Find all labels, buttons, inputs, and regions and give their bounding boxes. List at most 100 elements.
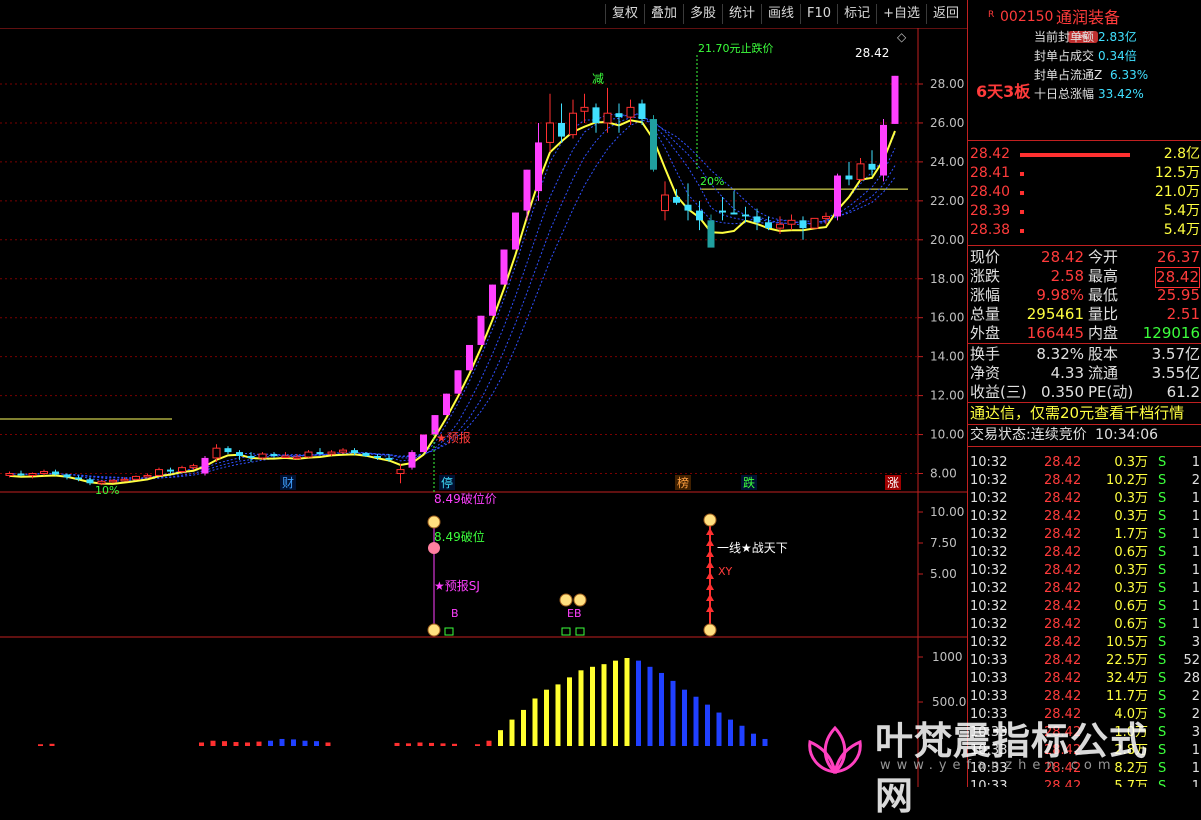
toolbar-button-5[interactable]: F10 <box>800 4 837 24</box>
toolbar-button-3[interactable]: 统计 <box>722 4 761 24</box>
candle-body[interactable] <box>615 113 623 118</box>
candle-body[interactable] <box>696 210 703 221</box>
candle-body[interactable] <box>351 450 358 454</box>
candle-body[interactable] <box>408 452 416 468</box>
candle-body[interactable] <box>304 451 313 458</box>
candle-body[interactable] <box>236 452 243 456</box>
candle-body[interactable] <box>374 455 381 458</box>
candle-body[interactable] <box>868 163 876 170</box>
candle-body[interactable] <box>500 249 508 285</box>
toolbar-button-6[interactable]: 标记 <box>837 4 876 24</box>
toolbar-button-0[interactable]: 复权 <box>604 4 644 24</box>
candle-body[interactable] <box>730 212 738 215</box>
candle-body[interactable] <box>339 449 347 453</box>
candle-body[interactable] <box>132 475 140 480</box>
candle-body[interactable] <box>385 457 393 460</box>
candle-body[interactable] <box>638 103 646 120</box>
candle-body[interactable] <box>834 175 841 217</box>
candle-body[interactable] <box>845 175 853 180</box>
candle-body[interactable] <box>28 473 37 476</box>
candle-body[interactable] <box>489 284 496 316</box>
candle-body[interactable] <box>189 465 198 469</box>
candle-body[interactable] <box>603 112 612 124</box>
candle-body[interactable] <box>626 106 635 118</box>
candle-body[interactable] <box>178 467 186 473</box>
candle-body[interactable] <box>293 456 301 459</box>
candle-body[interactable] <box>580 106 589 112</box>
candle-body[interactable] <box>742 214 749 217</box>
candle-body[interactable] <box>512 212 519 250</box>
candle-body[interactable] <box>443 393 450 416</box>
kline-chart[interactable]: 28.00 26.00 24.00 22.00 20.00 18.00 16.00 14.00… <box>0 0 967 787</box>
candle-body[interactable] <box>753 216 761 223</box>
stock-name[interactable]: 通润装备 <box>1056 8 1120 27</box>
money-bag-icon[interactable] <box>427 515 441 529</box>
candle-body[interactable] <box>776 223 784 229</box>
candle-body[interactable] <box>167 469 174 472</box>
event-marker[interactable]: 跌 <box>743 475 755 490</box>
toolbar-button-7[interactable]: +自选 <box>876 4 926 24</box>
diamond-icon[interactable]: ◇ <box>897 30 907 44</box>
money-bag-icon[interactable] <box>703 513 717 527</box>
candle-body[interactable] <box>17 473 25 476</box>
candle-body[interactable] <box>810 217 819 229</box>
candle-body[interactable] <box>120 478 129 482</box>
candle-body[interactable] <box>420 434 427 453</box>
money-bag-icon[interactable] <box>703 623 717 637</box>
candle-body[interactable] <box>97 480 106 484</box>
event-marker[interactable]: 停 <box>441 475 453 490</box>
candle-body[interactable] <box>396 469 405 475</box>
candle-body[interactable] <box>891 75 899 124</box>
candle-body[interactable] <box>523 169 531 211</box>
candle-body[interactable] <box>5 473 14 476</box>
candle-body[interactable] <box>247 455 255 458</box>
candle-body[interactable] <box>569 112 577 136</box>
candle-body[interactable] <box>270 454 278 456</box>
candle-body[interactable] <box>75 477 82 480</box>
candle-body[interactable] <box>880 124 887 176</box>
money-bag-icon[interactable] <box>427 623 441 637</box>
candle-body[interactable] <box>316 452 324 455</box>
event-marker[interactable]: 财 <box>282 476 294 490</box>
candle-body[interactable] <box>477 315 485 345</box>
candle-body[interactable] <box>212 447 221 459</box>
candle-body[interactable] <box>765 222 772 229</box>
candle-body[interactable] <box>466 344 473 371</box>
candle-body[interactable] <box>558 122 565 137</box>
toolbar-button-8[interactable]: 返回 <box>925 4 965 24</box>
toolbar-button-4[interactable]: 画线 <box>761 4 800 24</box>
toolbar-button-1[interactable]: 叠加 <box>643 4 683 24</box>
candle-body[interactable] <box>155 469 163 476</box>
candle-body[interactable] <box>661 194 669 212</box>
candle-body[interactable] <box>856 163 865 180</box>
candle-body[interactable] <box>86 479 94 484</box>
money-bag-icon[interactable] <box>573 593 587 607</box>
candle-body[interactable] <box>592 107 600 123</box>
candle-body[interactable] <box>799 220 807 229</box>
candle-body[interactable] <box>454 370 462 394</box>
toolbar-button-2[interactable]: 多股 <box>682 4 722 24</box>
candle-body[interactable] <box>684 204 692 211</box>
candle-body[interactable] <box>201 457 209 474</box>
event-marker[interactable]: 榜 <box>677 475 689 490</box>
candle-body[interactable] <box>535 142 542 192</box>
event-marker[interactable]: 涨 <box>887 475 899 490</box>
candle-body[interactable] <box>719 210 726 213</box>
money-bag-icon[interactable] <box>559 593 573 607</box>
candle-body[interactable] <box>63 474 71 478</box>
candle-body[interactable] <box>673 196 680 203</box>
candle-body[interactable] <box>787 219 796 225</box>
candle-body[interactable] <box>281 455 290 458</box>
candle-body[interactable] <box>258 453 267 459</box>
candle-body[interactable] <box>143 474 152 478</box>
candle-body[interactable] <box>327 451 336 455</box>
candle-body[interactable] <box>362 453 370 456</box>
promo-link[interactable]: 通达信，仅需20元查看千档行情 <box>968 404 1201 423</box>
candle-body[interactable] <box>822 215 830 219</box>
candle-body[interactable] <box>546 122 554 143</box>
candle-body[interactable] <box>40 471 48 474</box>
candle-body[interactable] <box>52 471 59 475</box>
candle-body[interactable] <box>224 448 232 453</box>
candle-body[interactable] <box>650 119 657 170</box>
candle-body[interactable] <box>109 479 117 483</box>
